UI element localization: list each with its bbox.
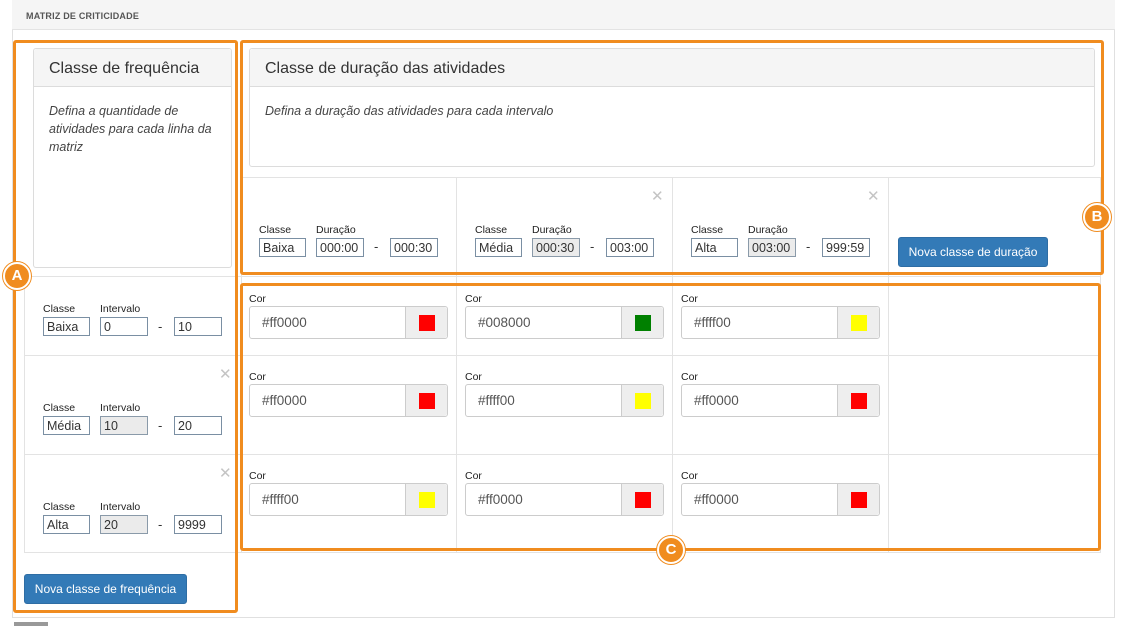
- scrollbar-thumb[interactable]: [14, 622, 48, 626]
- page-header: [12, 0, 1115, 30]
- highlight-frequency-area: [13, 40, 238, 613]
- page-title: MATRIZ DE CRITICIDADE: [26, 11, 140, 21]
- highlight-duration-area: [240, 40, 1104, 275]
- highlight-color-matrix: [240, 283, 1101, 551]
- callout-badge-c: C: [657, 536, 685, 564]
- callout-badge-b: B: [1083, 203, 1111, 231]
- callout-badge-a: A: [3, 262, 31, 290]
